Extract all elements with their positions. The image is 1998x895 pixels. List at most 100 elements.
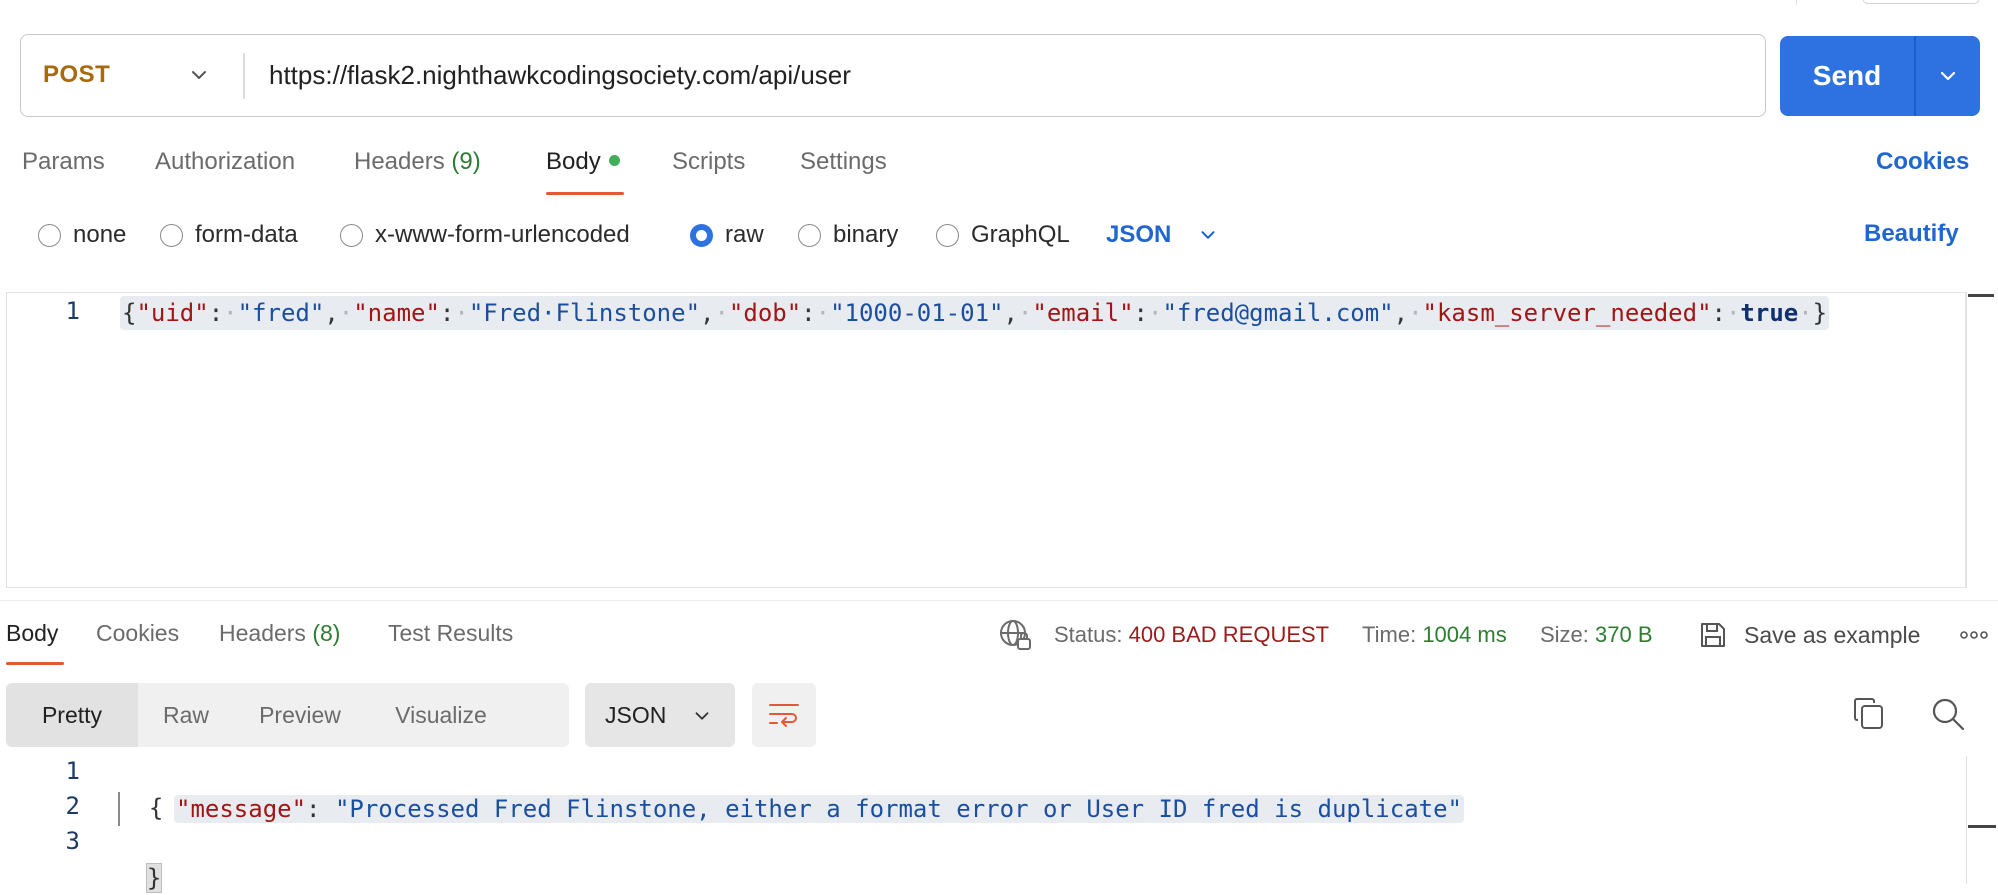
radio-urlencoded-label: x-www-form-urlencoded [375, 221, 630, 248]
response-tab-body[interactable]: Body [6, 620, 58, 647]
request-url-bar: POST [20, 34, 1766, 117]
response-scrollbar[interactable] [1968, 825, 1996, 828]
editor-scrollbar-track [1966, 292, 1967, 588]
code-value: "fred@gmail.com" [1162, 299, 1394, 327]
more-horizontal-icon[interactable] [1958, 622, 1990, 648]
response-format-label: JSON [605, 701, 667, 728]
view-preview[interactable]: Preview [234, 683, 366, 747]
header-button-partial[interactable] [1862, 0, 1980, 4]
response-divider [0, 600, 1998, 601]
tab-authorization[interactable]: Authorization [155, 148, 295, 182]
code-token: { [122, 299, 137, 327]
url-input[interactable] [267, 51, 1747, 99]
body-type-binary[interactable]: binary [798, 218, 898, 252]
copy-icon[interactable] [1852, 696, 1886, 732]
response-tab-headers[interactable]: Headers (8) [219, 620, 340, 647]
response-code-line: } [118, 827, 163, 893]
body-modified-dot [608, 155, 620, 167]
send-options-button[interactable] [1916, 36, 1980, 116]
time-value: 1004 ms [1422, 622, 1507, 647]
response-status[interactable]: Status: 400 BAD REQUEST [1054, 622, 1329, 648]
time-label: Time: [1362, 622, 1417, 647]
tab-scripts[interactable]: Scripts [672, 148, 745, 182]
send-button[interactable]: Send [1780, 36, 1914, 116]
radio-urlencoded[interactable] [340, 223, 363, 247]
line-number: 3 [65, 827, 80, 855]
save-as-example-label: Save as example [1744, 621, 1921, 648]
tab-body[interactable]: Body [546, 148, 620, 182]
tab-params[interactable]: Params [22, 148, 105, 182]
code-key: "kasm_server_needed" [1422, 299, 1712, 327]
body-type-urlencoded[interactable]: x-www-form-urlencoded [340, 218, 630, 252]
tab-headers-count: (9) [451, 148, 481, 175]
size-value: 370 B [1595, 622, 1653, 647]
radio-none[interactable] [38, 223, 61, 247]
request-body-editor[interactable] [6, 292, 1966, 588]
language-label: JSON [1106, 221, 1172, 248]
response-size[interactable]: Size: 370 B [1540, 622, 1653, 648]
size-label: Size: [1540, 622, 1589, 647]
method-label: POST [43, 61, 111, 88]
radio-raw[interactable] [690, 223, 713, 247]
radio-binary[interactable] [798, 223, 821, 247]
body-type-form-data[interactable]: form-data [160, 218, 298, 252]
globe-lock-icon[interactable] [998, 618, 1032, 652]
code-key: "name" [353, 299, 440, 327]
chevron-down-icon [192, 71, 206, 79]
response-active-tab-indicator [6, 662, 64, 665]
url-divider [243, 53, 245, 99]
method-select[interactable]: POST [21, 35, 243, 115]
radio-binary-label: binary [833, 221, 899, 248]
response-scrollbar-track [1966, 756, 1967, 884]
radio-graphql-label: GraphQL [971, 221, 1070, 248]
body-type-raw[interactable]: raw [690, 218, 764, 252]
response-tab-test-results[interactable]: Test Results [388, 620, 513, 647]
tab-headers[interactable]: Headers (9) [354, 148, 481, 182]
view-visualize[interactable]: Visualize [366, 683, 516, 747]
chevron-down-icon [1940, 71, 1956, 81]
view-raw[interactable]: Raw [138, 683, 234, 747]
status-value: 400 BAD REQUEST [1128, 622, 1330, 647]
code-token: } [1812, 299, 1828, 327]
response-format-select[interactable]: JSON [585, 683, 735, 747]
tab-settings[interactable]: Settings [800, 148, 887, 182]
code-boolean: true [1740, 299, 1799, 327]
radio-graphql[interactable] [936, 223, 959, 247]
tab-body-label: Body [546, 148, 601, 175]
response-tab-headers-label: Headers [219, 620, 306, 646]
wrap-lines-button[interactable] [752, 683, 816, 747]
code-value: "Fred·Flinstone" [468, 299, 701, 327]
indent-guide [118, 792, 120, 826]
response-tab-cookies[interactable]: Cookies [96, 620, 179, 647]
cookies-link[interactable]: Cookies [1876, 148, 1969, 176]
request-code-line[interactable]: {"uid":·"fred",·"name":·"Fred·Flinstone"… [120, 296, 1830, 330]
tab-headers-label: Headers [354, 148, 445, 175]
floppy-disk-icon [1701, 623, 1725, 647]
response-view-switcher: Pretty Raw Preview Visualize [6, 683, 569, 747]
line-number: 2 [65, 792, 80, 820]
wrap-lines-icon [769, 704, 799, 727]
search-icon[interactable] [1930, 696, 1966, 732]
chevron-down-icon [695, 712, 709, 720]
code-value: "fred" [237, 299, 325, 327]
radio-form-data-label: form-data [195, 221, 298, 248]
radio-none-label: none [73, 221, 127, 248]
body-type-none[interactable]: none [38, 218, 126, 252]
response-time[interactable]: Time: 1004 ms [1362, 622, 1507, 648]
view-pretty[interactable]: Pretty [6, 683, 138, 747]
language-select[interactable]: JSON [1106, 218, 1219, 252]
chevron-down-icon [1201, 231, 1215, 239]
radio-form-data[interactable] [160, 223, 183, 247]
code-value: "Processed Fred Flinstone, either a form… [334, 795, 1462, 823]
body-type-graphql[interactable]: GraphQL [936, 218, 1070, 252]
code-token: { [148, 794, 164, 822]
editor-scrollbar[interactable] [1968, 294, 1994, 297]
response-code-line: "message": "Processed Fred Flinstone, ei… [174, 792, 1464, 826]
line-number: 1 [65, 757, 80, 785]
response-code-line: { [120, 757, 163, 822]
beautify-button[interactable]: Beautify [1864, 220, 1959, 248]
save-as-example-button[interactable]: Save as example [1698, 618, 1920, 652]
code-key: "uid" [136, 299, 209, 327]
header-divider [1796, 0, 1797, 5]
code-value: "1000-01-01" [830, 299, 1004, 327]
